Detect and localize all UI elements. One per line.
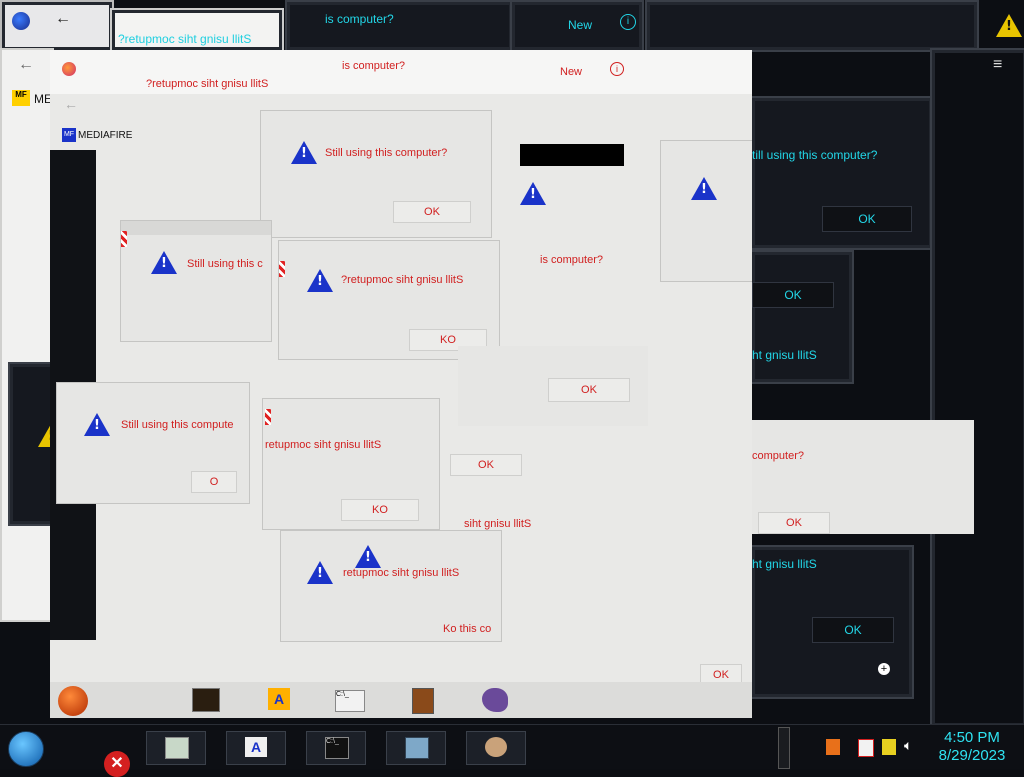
ok-button[interactable]: OK [450, 454, 522, 476]
firefox-icon [12, 12, 30, 30]
warning-icon [996, 14, 1022, 37]
dialog-message-mirrored: retupmoc siht gnisu llitS [343, 567, 460, 579]
dialog-window-right-light: computer? OK [752, 420, 974, 534]
taskbar-button-calculator[interactable] [386, 731, 446, 765]
new-tab-label[interactable]: New [568, 18, 592, 32]
clock-date[interactable]: 8/29/2023 [930, 747, 1014, 764]
new-tab-label[interactable]: New [560, 66, 582, 78]
taskbar-button-explorer[interactable] [146, 731, 206, 765]
clock-time[interactable]: 4:50 PM [930, 729, 1014, 746]
dialog-message-fragment: computer? [752, 450, 804, 462]
back-arrow-icon[interactable]: ← [55, 10, 71, 28]
start-orb[interactable] [8, 731, 44, 767]
explorer-icon [165, 737, 189, 759]
taskbar: ✕ A C:\_ 🔈︎ 4:50 PM 8/29/2023 [0, 724, 1024, 777]
dialog-window-g: retupmoc siht gnisu llitS KO [262, 398, 440, 530]
ok-button[interactable]: OK [752, 282, 834, 308]
dialog-message-mirrored: ?retupmoc siht gnisu llitS [341, 274, 464, 286]
warning-icon [84, 413, 110, 436]
dialog-message-mirrored: ht gnisu llitS [752, 348, 817, 362]
dialog-window-f: Still using this compute O [56, 382, 250, 504]
ok-button[interactable]: OK [758, 512, 830, 534]
start-orb-icon[interactable] [58, 686, 88, 716]
dialog-message-fragment: is computer? [540, 254, 603, 266]
dialog-message-fragment: Still using this compute [121, 419, 234, 431]
dark-window-top-4 [645, 0, 979, 52]
dark-strip-right [930, 48, 1024, 728]
hamburger-menu-icon[interactable]: ≡ [993, 56, 1002, 74]
dialog-message-fragment: is computer? [342, 60, 405, 72]
dialog-window-c: ?retupmoc siht gnisu llitS KO [278, 240, 500, 360]
dialog-message-mirrored: retupmoc siht gnisu llitS [265, 439, 382, 451]
dialog-message-mirrored: siht gnisu llitS [464, 518, 532, 530]
volume-tray-icon[interactable]: 🔈︎ [904, 737, 912, 754]
dialog-message-fragment: Still using this c [187, 258, 263, 270]
mediafire-label: MEDIAFIRE [78, 130, 133, 141]
glitch-collage: ?retupmoc siht gnisu llitS is computer? … [50, 50, 752, 718]
dark-dialog-right-1: till using this computer? OK [750, 96, 943, 250]
dialog-message-mirrored: ?retupmoc siht gnisu llitS [118, 32, 252, 46]
java-tray-icon[interactable] [826, 739, 840, 755]
warning-icon [355, 545, 381, 568]
dark-dialog-right-3: ht gnisu llitS OK + [750, 545, 914, 699]
dialog-message: Still using this computer? [325, 147, 448, 159]
firefox-icon [62, 62, 76, 76]
taskbar-button-wordpad[interactable]: A [226, 731, 286, 765]
error-close-icon: ✕ [104, 751, 130, 777]
warning-icon [307, 561, 333, 584]
add-icon[interactable]: + [878, 663, 890, 675]
scroll-handle[interactable] [778, 727, 790, 769]
ok-button[interactable]: OK [812, 617, 894, 643]
cmd-icon: C:\_ [325, 737, 349, 759]
ok-button-mirrored[interactable]: KO [341, 499, 419, 521]
ok-button[interactable]: OK [822, 206, 912, 232]
warning-icon [520, 182, 546, 205]
calculator-icon [405, 737, 429, 759]
dark-window-top-2: is computer? [285, 0, 514, 52]
dark-dialog-right-2: OK ht gnisu llitS [750, 250, 854, 384]
taskbar-cmd-icon[interactable]: C:\_ [335, 690, 365, 712]
dark-window-title-1: ?retupmoc siht gnisu llitS [110, 8, 284, 52]
dialog-message-mirrored: ht gnisu llitS [752, 557, 817, 571]
warning-icon [691, 177, 717, 200]
ok-button-fragment[interactable]: O [191, 471, 237, 493]
info-icon-red[interactable]: i [610, 62, 624, 76]
wordpad-icon: A [245, 737, 267, 757]
info-icon[interactable]: i [620, 14, 636, 30]
browser-left-panel: ← MF ME [0, 48, 54, 622]
dark-window-top-3: New i [510, 0, 644, 52]
dialog-window-e: OK [458, 346, 648, 426]
warning-icon [307, 269, 333, 292]
dialog-window-b: Still using this c [120, 220, 272, 342]
mediafire-logo: MF [12, 90, 30, 106]
dialog-window-d [660, 140, 752, 282]
dialog-window-a: Still using this computer? OK [260, 110, 492, 238]
network-tray-icon[interactable] [882, 739, 896, 755]
dialog-message-fragment: is computer? [325, 12, 394, 26]
back-arrow-icon-3[interactable]: ← [64, 96, 78, 112]
mediafire-logo: MF [62, 128, 76, 142]
dialog-window-h: retupmoc siht gnisu llitS Ko this co [280, 530, 502, 642]
warning-icon [291, 141, 317, 164]
taskbar-explorer-icon[interactable] [192, 688, 220, 712]
warning-icon [151, 251, 177, 274]
dialog-message-fragment: Ko this co [443, 623, 492, 635]
ok-button[interactable]: OK [393, 201, 471, 223]
taskbar-text-editor-icon[interactable]: A [268, 688, 290, 710]
dialog-message-mirrored: ?retupmoc siht gnisu llitS [146, 78, 269, 90]
back-arrow-icon-2[interactable]: ← [18, 56, 34, 74]
taskbar-calculator-icon[interactable] [412, 688, 434, 714]
action-center-tray-icon[interactable] [858, 739, 874, 757]
taskbar-button-paint[interactable] [466, 731, 526, 765]
paint-palette-icon [485, 737, 507, 757]
taskbar-button-cmd[interactable]: C:\_ [306, 731, 366, 765]
ok-button[interactable]: OK [548, 378, 630, 402]
taskbar-paint-icon[interactable] [482, 688, 508, 712]
dialog-message: till using this computer? [752, 148, 878, 162]
